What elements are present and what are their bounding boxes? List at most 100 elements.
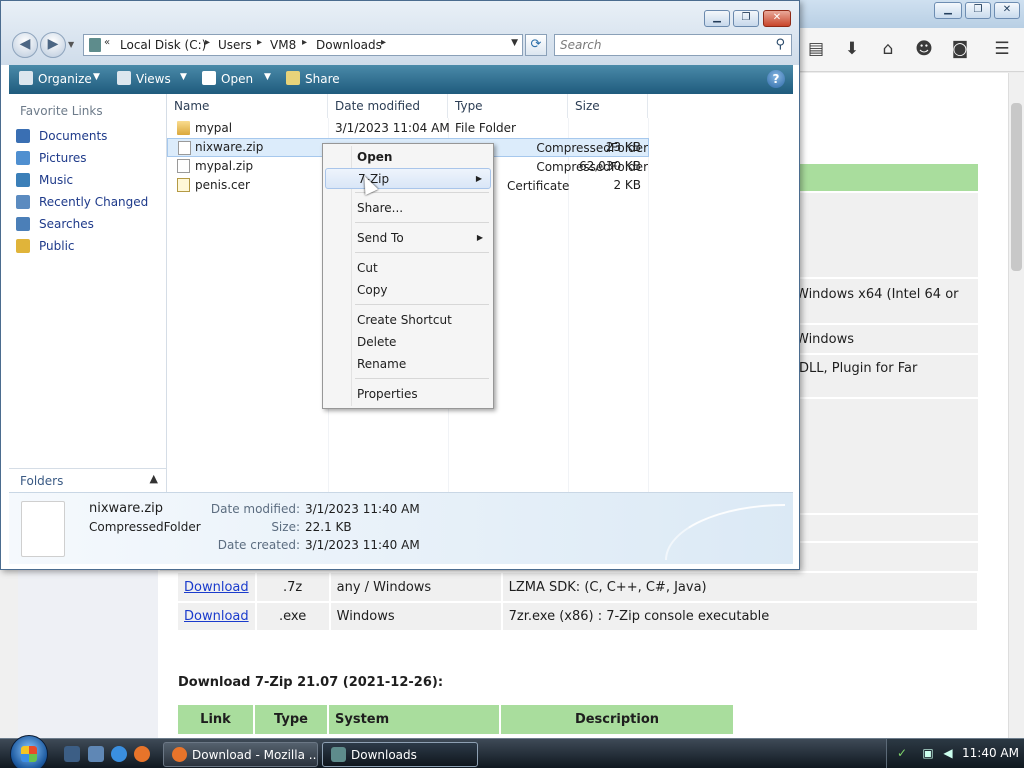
search-input[interactable]: Search ⚲ (554, 34, 792, 56)
file-name: nixware.zip (195, 140, 264, 154)
chevron-right-icon[interactable]: ▸ (381, 37, 386, 48)
chevron-right-icon[interactable]: ▸ (302, 37, 307, 48)
download-link[interactable]: Download (184, 580, 249, 595)
header-link: Link (178, 705, 255, 734)
security-icon[interactable]: ✓ (895, 746, 909, 760)
menu-item-share[interactable]: Share... (325, 198, 491, 219)
firefox-icon (172, 747, 187, 762)
menu-item-create-shortcut[interactable]: Create Shortcut (325, 310, 491, 331)
history-dropdown-icon[interactable]: ▼ (68, 40, 74, 49)
menu-icon[interactable]: ☰ (992, 39, 1012, 59)
windows-logo-icon (21, 746, 37, 762)
firefox-restore-button[interactable]: ❐ (965, 2, 991, 19)
chevron-right-icon[interactable]: ▸ (257, 37, 262, 48)
certificate-icon (177, 178, 190, 192)
menu-item-send-to[interactable]: Send To ▶ (325, 228, 491, 249)
breadcrumb-vm8[interactable]: VM8 (270, 38, 296, 52)
smiley-icon[interactable]: ☻ (914, 39, 934, 59)
firefox-icon[interactable] (134, 746, 150, 762)
taskbar-firefox[interactable]: Download - Mozilla ... (163, 742, 318, 767)
ext-cell: .7z (255, 573, 331, 603)
breadcrumb-users[interactable]: Users (218, 38, 252, 52)
chevron-down-icon[interactable]: ▼ (180, 72, 187, 82)
minimize-button[interactable]: ▁ (704, 10, 730, 27)
firefox-minimize-button[interactable]: ▁ (934, 2, 962, 19)
favorite-documents[interactable]: Documents (16, 129, 107, 149)
organize-button[interactable]: Organize (19, 71, 92, 86)
firefox-scrollbar[interactable] (1008, 73, 1024, 738)
menu-item-rename[interactable]: Rename (325, 354, 491, 375)
breadcrumb-overflow[interactable]: « (104, 37, 110, 48)
views-button[interactable]: Views (117, 71, 171, 86)
menu-item-7zip[interactable]: 7-Zip ▶ (325, 168, 491, 189)
home-icon[interactable]: ⌂ (878, 39, 898, 59)
folders-toggle[interactable]: Folders ▲ (9, 468, 166, 492)
menu-separator (355, 304, 489, 305)
chevron-up-icon[interactable]: ▲ (150, 472, 158, 485)
file-type: Certificate (507, 179, 570, 193)
download-link[interactable]: Download (184, 609, 249, 624)
favorite-label: Pictures (39, 151, 87, 165)
table-row: Download .7z any / Windows LZMA SDK: (C,… (178, 573, 979, 603)
ext-cell: .exe (255, 602, 331, 632)
menu-separator (355, 252, 489, 253)
internet-explorer-icon[interactable] (111, 746, 127, 762)
file-type: CompressedFolder (536, 141, 648, 155)
switch-windows-icon[interactable] (88, 746, 104, 762)
close-button[interactable]: ✕ (763, 10, 791, 27)
start-button[interactable] (10, 735, 48, 768)
column-header-type[interactable]: Type (448, 94, 568, 118)
taskbar-downloads[interactable]: Downloads (322, 742, 478, 767)
favorite-label: Public (39, 239, 75, 253)
favorite-music[interactable]: Music (16, 173, 73, 193)
chevron-down-icon[interactable]: ▼ (264, 72, 271, 82)
download-icon[interactable]: ⬇ (842, 39, 862, 59)
download-table-header: Link Type System Description (178, 705, 735, 734)
favorite-pictures[interactable]: Pictures (16, 151, 87, 171)
network-icon[interactable]: ▣ (921, 746, 935, 760)
favorite-searches[interactable]: Searches (16, 217, 94, 237)
folder-icon (331, 747, 346, 762)
breadcrumb-downloads[interactable]: Downloads (316, 38, 382, 52)
share-button[interactable]: Share (286, 71, 340, 86)
breadcrumb-local-disk[interactable]: Local Disk (C:) (120, 38, 206, 52)
share-label: Share (305, 72, 340, 86)
refresh-button[interactable]: ⟳ (525, 34, 547, 56)
chevron-down-icon[interactable]: ▼ (93, 72, 100, 82)
show-desktop-icon[interactable] (64, 746, 80, 762)
file-name: penis.cer (195, 178, 250, 192)
details-pane: nixware.zip CompressedFolder Date modifi… (9, 492, 793, 564)
header-description: Description (500, 705, 735, 734)
reader-icon[interactable]: ▤ (806, 39, 826, 59)
clock[interactable]: 11:40 AM (962, 746, 1019, 760)
address-bar[interactable]: « Local Disk (C:) ▸ Users ▸ VM8 ▸ Downlo… (83, 34, 523, 56)
chevron-right-icon[interactable]: ▸ (205, 37, 210, 48)
search-icon[interactable]: ⚲ (775, 37, 785, 52)
peek-text-1: Windows x64 (Intel 64 or (796, 287, 959, 302)
file-row-mypal-folder[interactable]: mypal 3/1/2023 11:04 AM File Folder (167, 119, 649, 138)
menu-item-properties[interactable]: Properties (325, 384, 491, 405)
column-header-size[interactable]: Size (568, 94, 648, 118)
column-header-name[interactable]: Name (167, 94, 328, 118)
pocket-icon[interactable]: ◙ (950, 39, 970, 59)
menu-item-copy[interactable]: Copy (325, 280, 491, 301)
maximize-button[interactable]: ❐ (733, 10, 759, 27)
favorite-recently-changed[interactable]: Recently Changed (16, 195, 148, 215)
task-label: Downloads (351, 748, 417, 762)
column-header-date-modified[interactable]: Date modified (328, 94, 448, 118)
forward-button[interactable]: ▶ (40, 32, 66, 58)
volume-icon[interactable]: ◀ (941, 746, 955, 760)
chevron-down-icon[interactable]: ▼ (511, 38, 518, 48)
menu-item-delete[interactable]: Delete (325, 332, 491, 353)
open-icon (202, 71, 216, 85)
command-bar: Organize ▼ Views ▼ Open ▼ Share ? (9, 65, 793, 94)
scrollbar-thumb[interactable] (1011, 103, 1022, 271)
open-button[interactable]: Open (202, 71, 253, 86)
firefox-close-button[interactable]: ✕ (994, 2, 1020, 19)
menu-item-cut[interactable]: Cut (325, 258, 491, 279)
favorite-public[interactable]: Public (16, 239, 75, 259)
menu-item-open[interactable]: Open (325, 147, 491, 168)
file-date: 3/1/2023 11:04 AM (335, 121, 450, 135)
help-button[interactable]: ? (767, 70, 785, 88)
back-button[interactable]: ◀ (12, 32, 38, 58)
